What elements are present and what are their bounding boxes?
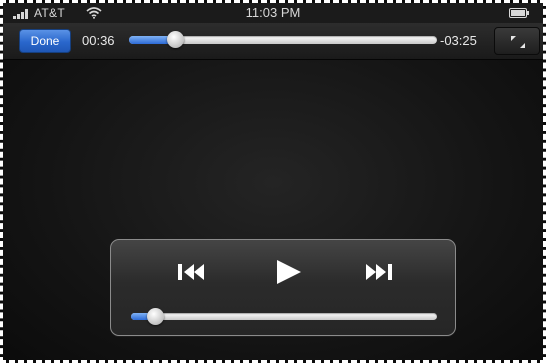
next-track-button[interactable]	[357, 258, 397, 286]
previous-track-button[interactable]	[173, 258, 213, 286]
play-icon	[277, 260, 301, 284]
progress-scrubber-thumb[interactable]	[167, 31, 185, 48]
playback-top-bar: Done 00:36 -03:25	[3, 23, 543, 60]
video-player-screen: AT&T 11:03 PM Done 00:36 -03:25	[0, 0, 546, 363]
play-button[interactable]	[269, 258, 309, 286]
done-button[interactable]: Done	[19, 29, 71, 53]
volume-slider-thumb[interactable]	[147, 308, 165, 325]
transport-controls	[110, 239, 456, 336]
fullscreen-button[interactable]	[494, 27, 540, 55]
status-time: 11:03 PM	[245, 5, 301, 20]
status-bar: AT&T 11:03 PM	[3, 3, 543, 23]
remaining-time: -03:25	[440, 33, 477, 48]
elapsed-time: 00:36	[82, 33, 115, 48]
progress-scrubber[interactable]	[129, 31, 437, 48]
skip-back-icon	[178, 264, 204, 280]
skip-forward-icon	[366, 264, 392, 280]
volume-slider[interactable]	[131, 308, 437, 325]
fullscreen-toggle-icon	[511, 36, 525, 48]
battery-icon	[509, 8, 529, 18]
